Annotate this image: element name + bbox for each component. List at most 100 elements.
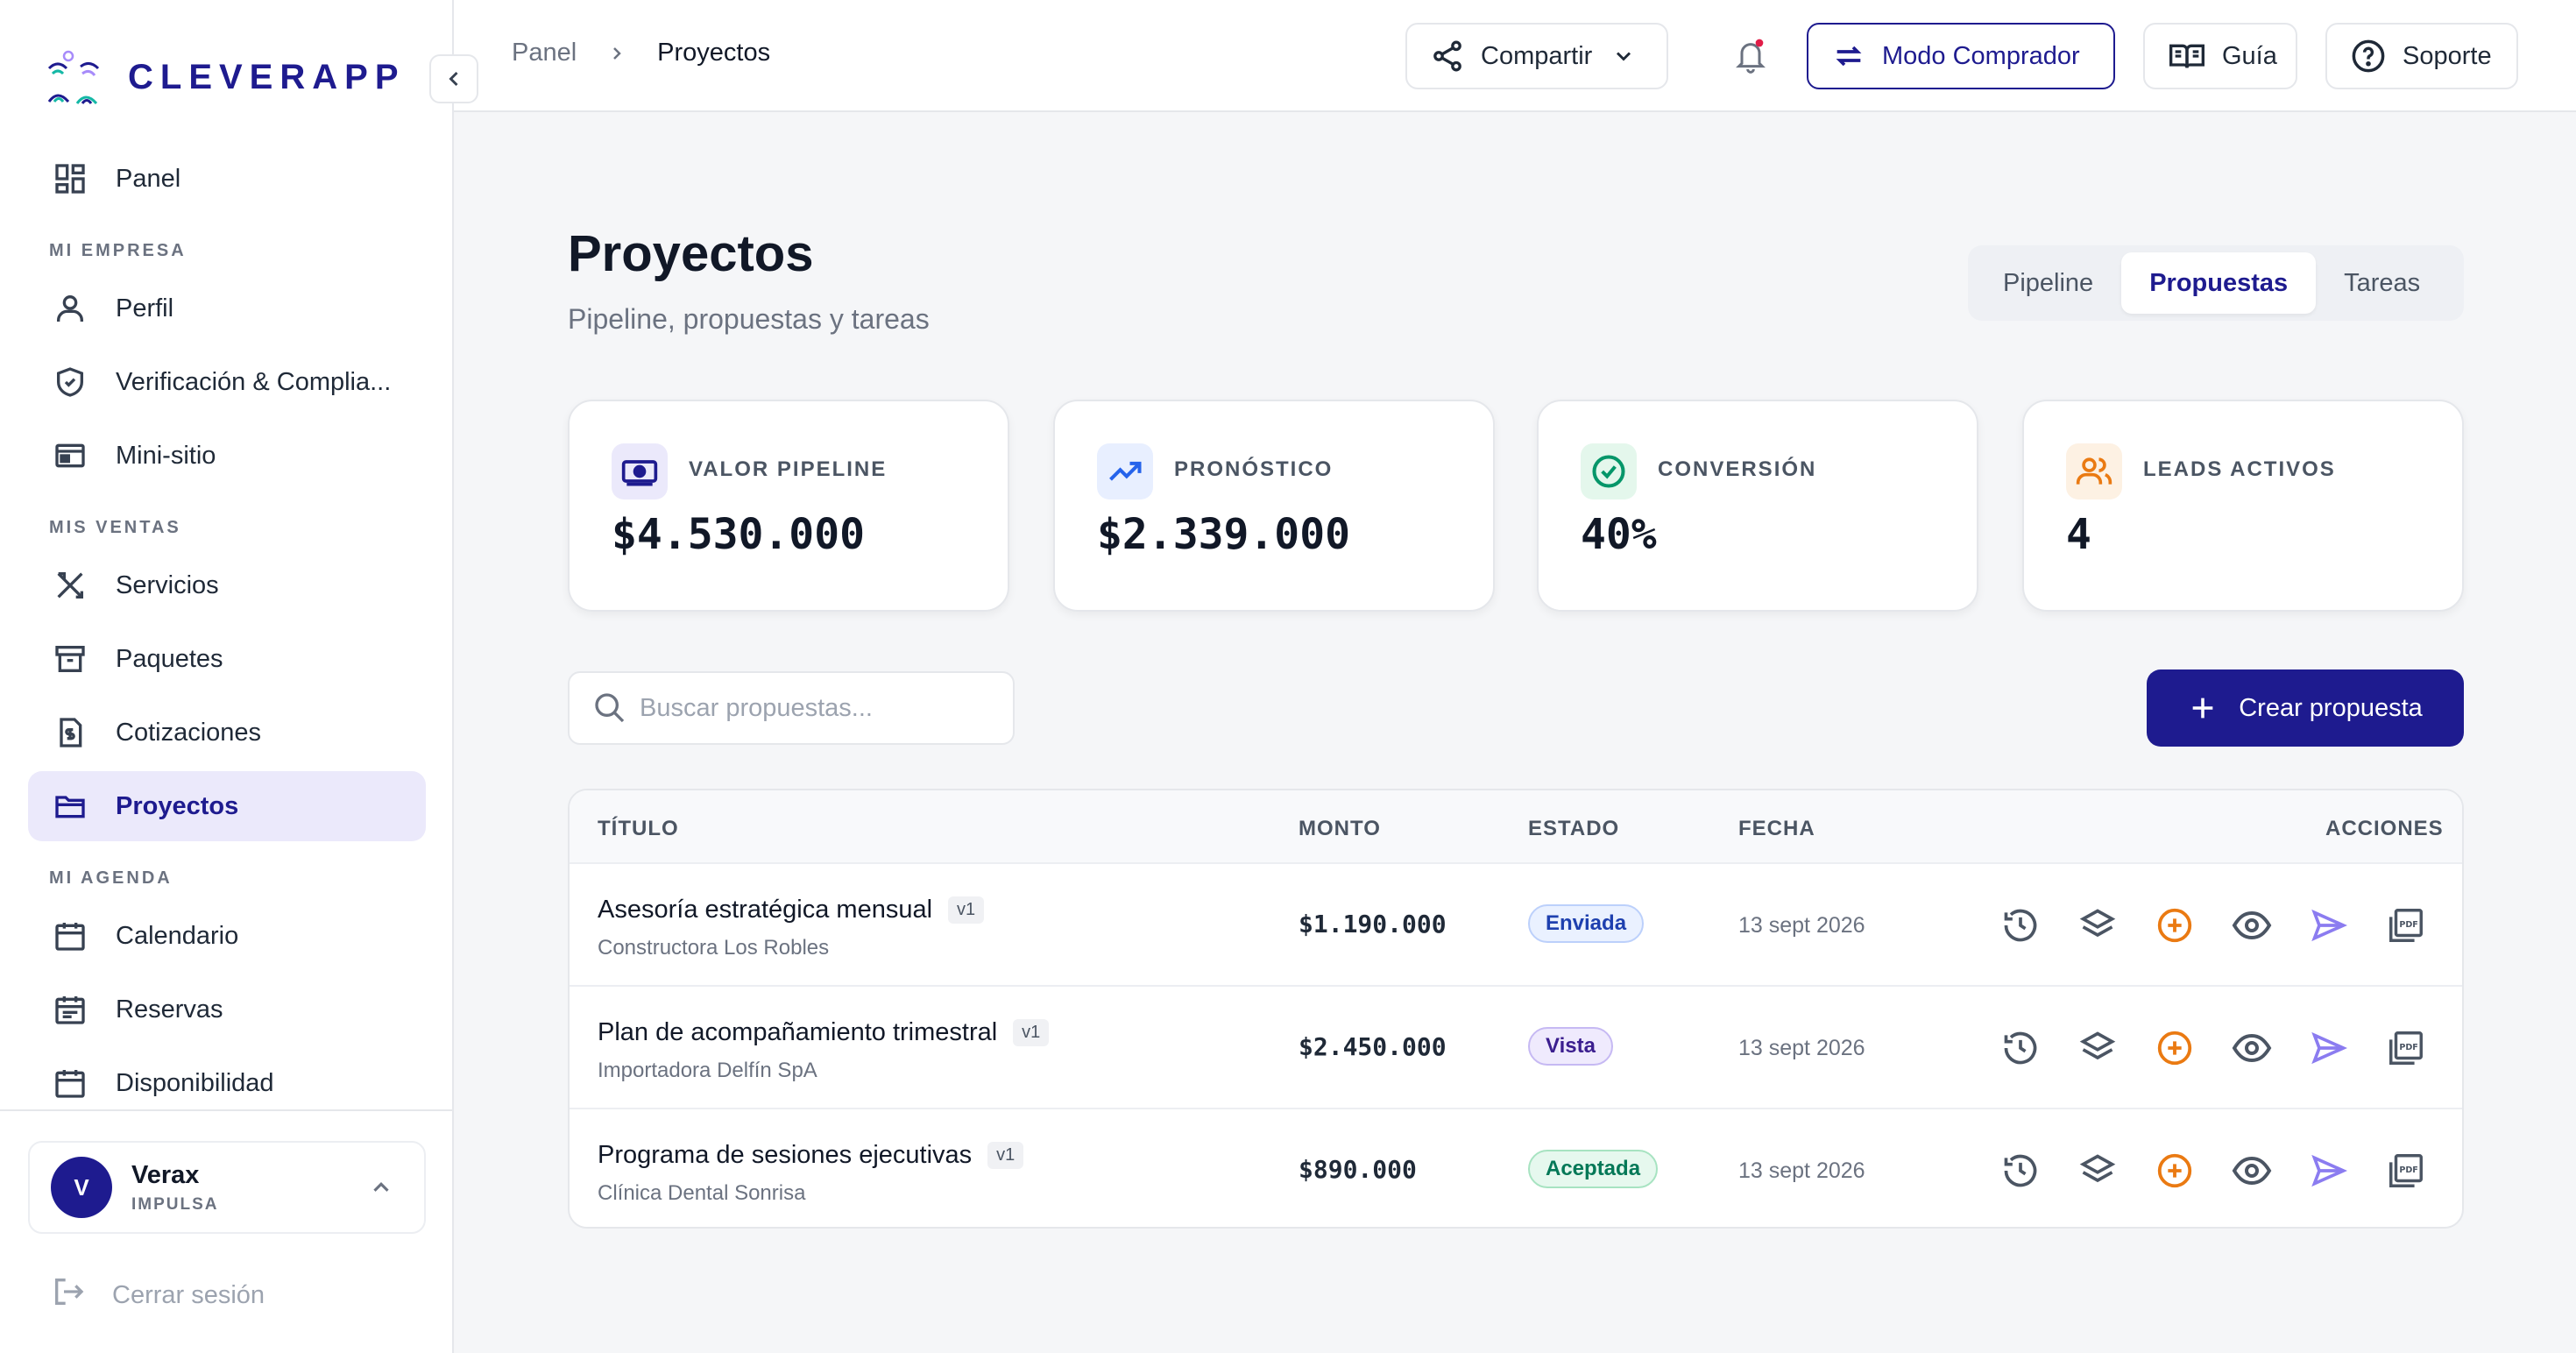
kpi-card-pipeline-value: VALOR PIPELINE $4.530.000 (568, 400, 1009, 612)
logo-icon (47, 50, 100, 105)
eye-icon[interactable] (2220, 894, 2283, 957)
search-icon (595, 693, 625, 723)
notifications-button[interactable] (1724, 30, 1777, 82)
calendar-icon (51, 917, 89, 955)
share-icon (1430, 39, 1465, 74)
layers-icon[interactable] (2066, 894, 2129, 957)
website-icon (51, 436, 89, 475)
kpi-label: CONVERSIÓN (1658, 457, 1817, 481)
sidebar-item-proyectos[interactable]: Proyectos (28, 771, 426, 841)
proposal-amount: $1.190.000 (1299, 910, 1447, 939)
plus-circle-icon[interactable] (2143, 1139, 2206, 1202)
proposal-title[interactable]: Programa de sesiones ejecutivas (598, 1141, 972, 1170)
sidebar-item-label: Perfil (116, 294, 174, 322)
tab-propuestas[interactable]: Propuestas (2121, 252, 2317, 314)
breadcrumb-current: Proyectos (657, 39, 771, 67)
create-proposal-button[interactable]: Crear propuesta (2147, 669, 2464, 747)
sidebar-item-perfil[interactable]: Perfil (28, 273, 426, 344)
app-logo[interactable]: CLEVERAPP (42, 42, 406, 112)
app-name: CLEVERAPP (128, 57, 406, 96)
version-badge: v1 (1013, 1019, 1050, 1046)
support-button[interactable]: Soporte (2325, 23, 2518, 89)
plus-circle-icon[interactable] (2143, 1017, 2206, 1080)
breadcrumb-panel[interactable]: Panel (512, 39, 577, 67)
column-header-date: FECHA (1738, 817, 1815, 840)
table-row[interactable]: Programa de sesiones ejecutivas v1 Clíni… (570, 1109, 2462, 1227)
page-subtitle: Pipeline, propuestas y tareas (568, 303, 930, 335)
chevron-right-icon (606, 43, 627, 64)
search-input[interactable] (640, 693, 990, 723)
invoice-icon (51, 713, 89, 752)
status-badge: Enviada (1528, 904, 1645, 943)
proposal-title[interactable]: Plan de acompañamiento trimestral (598, 1018, 997, 1047)
sidebar-item-label: Reservas (116, 995, 223, 1024)
version-badge: v1 (948, 896, 985, 924)
user-menu[interactable]: V Verax IMPULSA (28, 1141, 426, 1234)
eye-icon[interactable] (2220, 1017, 2283, 1080)
kpi-value: 4 (2066, 510, 2091, 559)
pdf-icon[interactable]: PDF (2374, 894, 2438, 957)
sidebar-item-verificacion[interactable]: Verificación & Complia... (28, 347, 426, 417)
calendar-list-icon (51, 990, 89, 1029)
kpi-card-forecast: PRONÓSTICO $2.339.000 (1053, 400, 1495, 612)
logout-button[interactable]: Cerrar sesión (51, 1274, 265, 1316)
column-header-title: TÍTULO (598, 817, 679, 840)
sidebar-item-reservas[interactable]: Reservas (28, 974, 426, 1045)
guide-button[interactable]: Guía (2143, 23, 2297, 89)
column-header-amount: MONTO (1299, 817, 1381, 840)
client-name: Importadora Delfín SpA (598, 1059, 817, 1082)
send-icon[interactable] (2297, 1017, 2360, 1080)
send-icon[interactable] (2297, 1139, 2360, 1202)
table-header: TÍTULO MONTO ESTADO FECHA ACCIONES (570, 790, 2462, 864)
plus-circle-icon[interactable] (2143, 894, 2206, 957)
section-title-mis-ventas: MIS VENTAS (49, 518, 181, 537)
eye-icon[interactable] (2220, 1139, 2283, 1202)
dashboard-icon (51, 159, 89, 198)
breadcrumb: Panel Proyectos (512, 39, 770, 67)
create-proposal-label: Crear propuesta (2239, 693, 2423, 722)
sidebar-item-panel[interactable]: Panel (28, 144, 426, 214)
history-icon[interactable] (1989, 894, 2052, 957)
svg-text:PDF: PDF (2399, 1165, 2418, 1175)
layers-icon[interactable] (2066, 1139, 2129, 1202)
logout-label: Cerrar sesión (112, 1280, 265, 1309)
row-title: Programa de sesiones ejecutivas v1 (598, 1141, 1024, 1170)
sidebar-item-cotizaciones[interactable]: Cotizaciones (28, 698, 426, 768)
collapse-sidebar-button[interactable] (429, 54, 478, 103)
send-icon[interactable] (2297, 894, 2360, 957)
tab-pipeline[interactable]: Pipeline (1975, 252, 2121, 314)
proposal-date: 13 sept 2026 (1738, 1036, 1865, 1060)
history-icon[interactable] (1989, 1139, 2052, 1202)
share-button[interactable]: Compartir (1405, 23, 1668, 89)
layers-icon[interactable] (2066, 1017, 2129, 1080)
tab-tareas[interactable]: Tareas (2316, 252, 2448, 314)
sidebar-item-servicios[interactable]: Servicios (28, 550, 426, 620)
status-badge: Aceptada (1528, 1150, 1659, 1188)
sidebar-item-calendario[interactable]: Calendario (28, 901, 426, 971)
kpi-value: $2.339.000 (1097, 510, 1350, 559)
history-icon[interactable] (1989, 1017, 2052, 1080)
pdf-icon[interactable]: PDF (2374, 1139, 2438, 1202)
pdf-icon[interactable]: PDF (2374, 1017, 2438, 1080)
sidebar-item-disponibilidad[interactable]: Disponibilidad (28, 1048, 426, 1115)
svg-text:PDF: PDF (2399, 920, 2418, 930)
buyer-mode-button[interactable]: Modo Comprador (1807, 23, 2115, 89)
avatar: V (51, 1157, 112, 1218)
money-icon (612, 443, 668, 499)
guide-label: Guía (2222, 41, 2277, 70)
table-row[interactable]: Asesoría estratégica mensual v1 Construc… (570, 864, 2462, 987)
search-box (568, 671, 1015, 745)
sidebar-item-paquetes[interactable]: Paquetes (28, 624, 426, 694)
kpi-card-conversion: CONVERSIÓN 40% (1537, 400, 1978, 612)
sidebar-footer: V Verax IMPULSA Cerrar sesión (0, 1109, 452, 1353)
proposal-amount: $890.000 (1299, 1155, 1417, 1184)
user-name: Verax (131, 1160, 200, 1189)
kpi-label: LEADS ACTIVOS (2143, 457, 2336, 481)
chevron-up-icon (368, 1174, 394, 1205)
proposal-title[interactable]: Asesoría estratégica mensual (598, 896, 932, 924)
table-row[interactable]: Plan de acompañamiento trimestral v1 Imp… (570, 987, 2462, 1109)
sidebar-item-label: Proyectos (116, 791, 239, 820)
sidebar-item-mini-sitio[interactable]: Mini-sitio (28, 421, 426, 491)
plus-icon (2188, 693, 2218, 723)
calendar-grid-icon (51, 1064, 89, 1102)
